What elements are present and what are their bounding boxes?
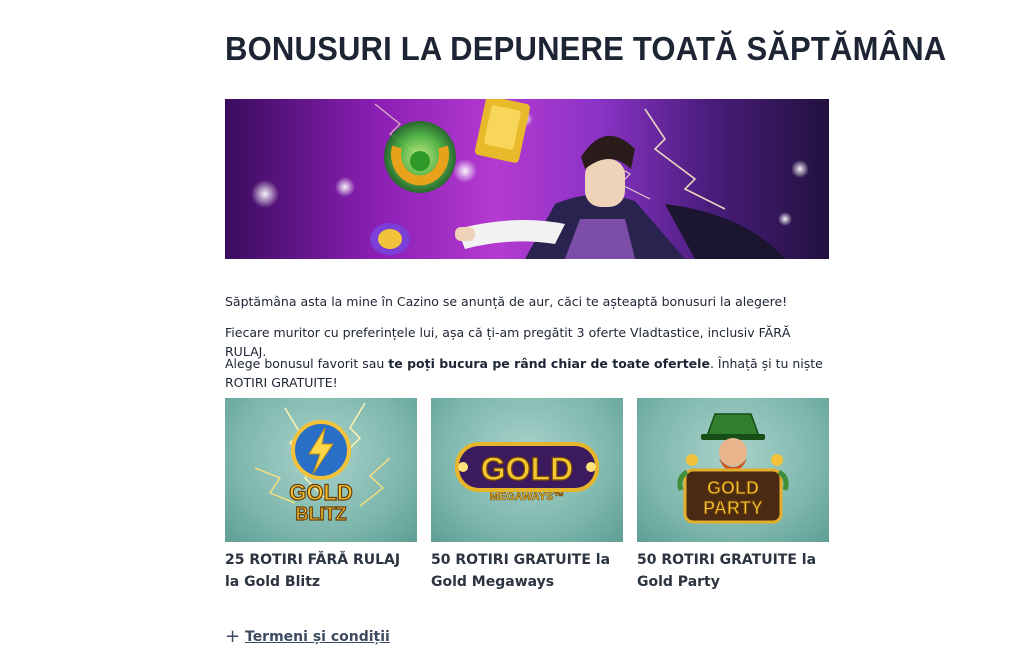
gold-megaways-logo-line1: GOLD: [481, 451, 573, 487]
offer-image-gold-blitz[interactable]: GOLD BLITZ: [225, 398, 417, 542]
intro-paragraph-3: Alege bonusul favorit sau te poți bucura…: [225, 354, 829, 392]
plus-icon[interactable]: +: [225, 626, 240, 647]
offer-caption-gold-party[interactable]: 50 ROTIRI GRATUITE la Gold Party: [637, 549, 829, 593]
offer-image-gold-party[interactable]: GOLD PARTY: [637, 398, 829, 542]
gold-megaways-logo: GOLD MEGAWAYS™: [455, 442, 599, 503]
gold-party-logo-line1: GOLD: [707, 478, 759, 498]
gold-blitz-logo-line2: BLITZ: [296, 504, 347, 524]
gold-blitz-logo-line1: GOLD: [289, 480, 353, 505]
page-title: BONUSURI LA DEPUNERE TOATĂ SĂPTĂMÂNA: [225, 30, 947, 67]
gold-megaways-logo-line2: MEGAWAYS™: [490, 491, 565, 503]
intro-paragraph-1: Săptămâna asta la mine în Cazino se anun…: [225, 293, 788, 309]
offer-caption-gold-blitz[interactable]: 25 ROTIRI FĂRĂ RULAJ la Gold Blitz: [225, 549, 417, 593]
offer-caption-gold-megaways[interactable]: 50 ROTIRI GRATUITE la Gold Megaways: [431, 549, 623, 593]
intro-text-start: Alege bonusul favorit sau: [225, 355, 389, 371]
offer-image-gold-megaways[interactable]: GOLD MEGAWAYS™: [431, 398, 623, 542]
gold-party-logo-line2: PARTY: [703, 498, 763, 518]
gold-party-logo: GOLD PARTY: [677, 413, 789, 524]
intro-text-bold: te poți bucura pe rând chiar de toate of…: [388, 355, 710, 371]
offer-card-gold-party[interactable]: GOLD PARTY 50 ROTIRI GRATUITE la Gold Pa…: [637, 398, 829, 593]
terms-link[interactable]: Termeni și condiții: [245, 629, 390, 645]
terms-toggle[interactable]: + Termeni și condiții: [225, 626, 390, 647]
hero-illustration: [251, 99, 809, 259]
gold-blitz-logo: GOLD BLITZ: [254, 402, 391, 525]
offer-card-gold-megaways[interactable]: GOLD MEGAWAYS™ 50 ROTIRI GRATUITE la Gol…: [431, 398, 623, 593]
offer-card-gold-blitz[interactable]: GOLD BLITZ 25 ROTIRI FĂRĂ RULAJ la Gold …: [225, 398, 417, 593]
hero-banner: [225, 99, 829, 259]
